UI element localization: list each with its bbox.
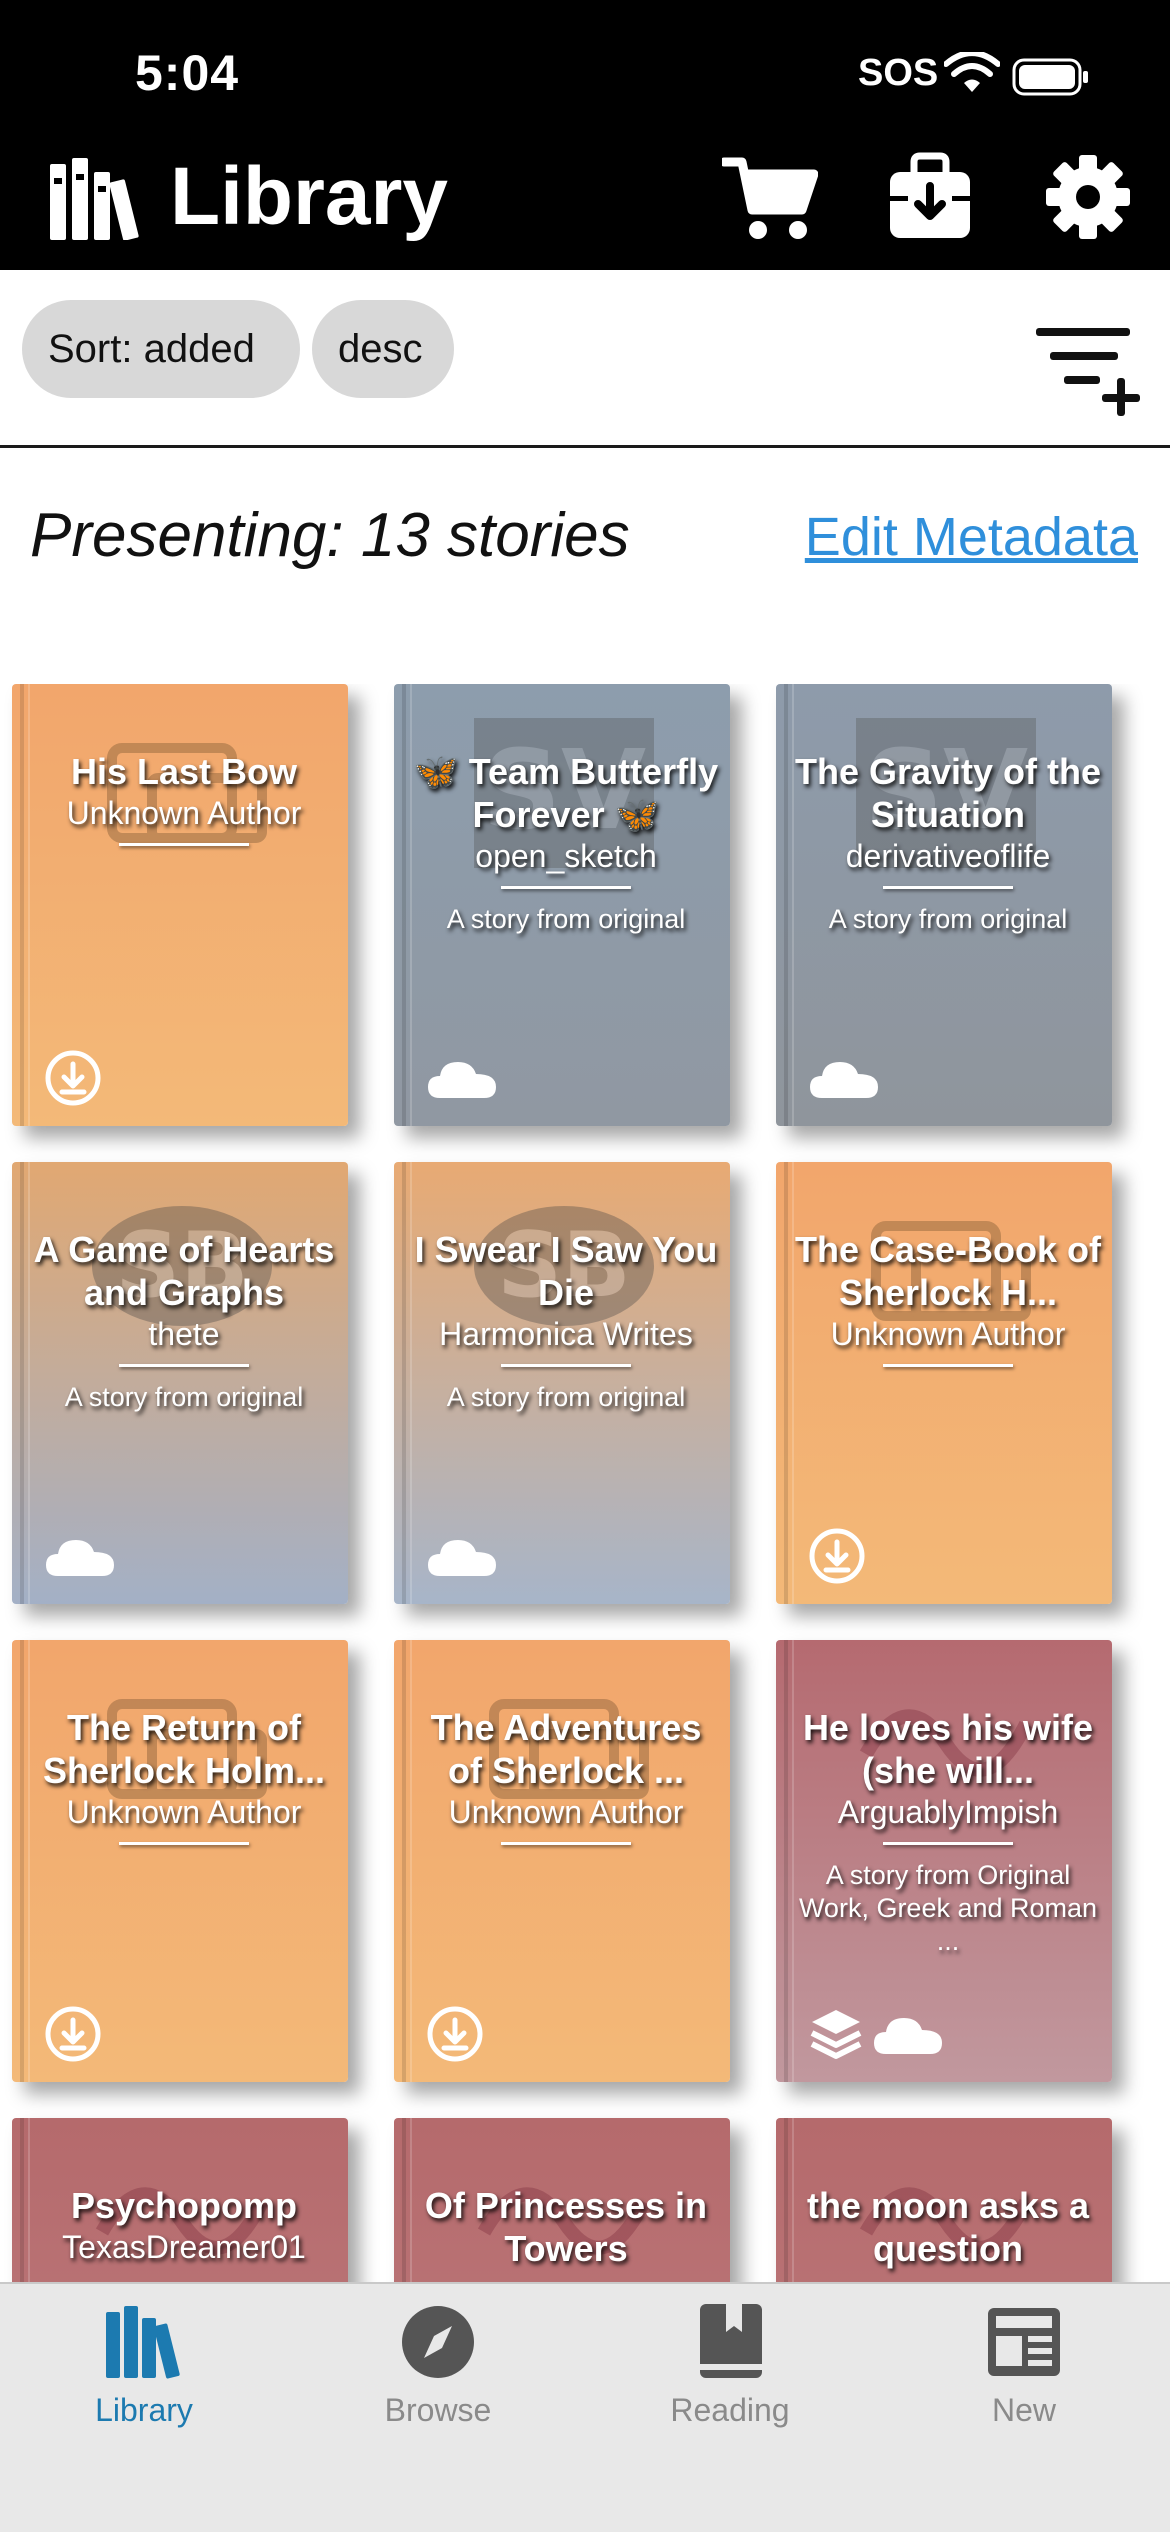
newspaper-icon (988, 2308, 1060, 2376)
tab-library[interactable]: Library (34, 2302, 254, 2429)
book-title: Psychopomp (70, 2185, 298, 2226)
book-title: The Gravity of the Situation (794, 751, 1102, 835)
book-card[interactable]: Of Princesses in Towers (394, 2118, 730, 2284)
tab-new[interactable]: New (914, 2302, 1134, 2429)
page-title: Library (170, 151, 448, 242)
cloud-icon[interactable] (808, 1054, 880, 1102)
book-author: derivativeoflife (845, 838, 1051, 874)
download-icon[interactable] (44, 2005, 102, 2063)
tab-reading[interactable]: Reading (620, 2302, 840, 2429)
book-author: Unknown Author (830, 1316, 1066, 1352)
book-author: Unknown Author (448, 1794, 684, 1830)
book-description: A story from original (828, 904, 1068, 934)
tab-label: Library (95, 2392, 193, 2428)
book-description: A story from original (446, 1382, 686, 1412)
story-count-label: Presenting: 13 stories (30, 501, 630, 570)
tab-bar: Library Browse Reading New (0, 2282, 1170, 2532)
book-card[interactable]: SV 🦋 Team Butterfly Forever 🦋 open_sketc… (394, 684, 730, 1126)
book-card[interactable]: The Return of Sherlock Holm... Unknown A… (12, 1640, 348, 2082)
book-title: The Return of Sherlock Holm... (42, 1707, 326, 1791)
book-title: Of Princesses in Towers (424, 2185, 708, 2269)
cloud-icon[interactable] (44, 1532, 116, 1580)
book-title: 🦋 Team Butterfly Forever 🦋 (413, 751, 719, 835)
book-card[interactable]: the moon asks a question (776, 2118, 1112, 2284)
book-card[interactable]: His Last Bow Unknown Author (12, 684, 348, 1126)
download-icon[interactable] (44, 1049, 102, 1107)
book-description: A story from original (446, 904, 686, 934)
library-icon (106, 2306, 180, 2379)
book-author: Harmonica Writes (439, 1316, 693, 1352)
status-sos: SOS (858, 52, 939, 94)
layers-icon[interactable] (808, 2006, 864, 2062)
download-bag-icon[interactable] (882, 152, 978, 242)
book-author: open_sketch (475, 838, 657, 874)
status-time: 5:04 (135, 45, 240, 101)
edit-metadata-link[interactable]: Edit Metadata (805, 506, 1138, 568)
top-bar: 5:04 SOS Library (0, 0, 1170, 270)
book-title: A Game of Hearts and Graphs (33, 1229, 335, 1313)
book-card[interactable]: Psychopomp TexasDreamer01 (12, 2118, 348, 2284)
book-title: His Last Bow (70, 751, 298, 792)
book-description: A story from original (64, 1382, 304, 1412)
book-card[interactable]: SB A Game of Hearts and Graphs thete A s… (12, 1162, 348, 1604)
book-author: thete (148, 1316, 220, 1352)
book-title: He loves his wife (she will... (802, 1707, 1094, 1791)
book-card[interactable]: The Case-Book of Sherlock H... Unknown A… (776, 1162, 1112, 1604)
book-card[interactable]: The Adventures of Sherlock ... Unknown A… (394, 1640, 730, 2082)
download-icon[interactable] (808, 1527, 866, 1585)
compass-icon (402, 2306, 474, 2378)
filter-add-icon[interactable] (1030, 320, 1142, 416)
book-bookmark-icon (700, 2304, 762, 2378)
order-chip[interactable]: desc (312, 300, 454, 398)
tab-label: Reading (670, 2392, 790, 2428)
book-author: Unknown Author (66, 1794, 302, 1830)
book-card[interactable]: SV The Gravity of the Situation derivati… (776, 684, 1112, 1126)
book-title: I Swear I Saw You Die (414, 1229, 718, 1313)
cloud-icon[interactable] (426, 1054, 498, 1102)
book-card[interactable]: SB I Swear I Saw You Die Harmonica Write… (394, 1162, 730, 1604)
cloud-icon[interactable] (872, 2010, 944, 2058)
library-icon (50, 158, 139, 240)
app-root: 5:04 SOS Library Sort: added desc Presen… (0, 0, 1170, 2532)
book-author: TexasDreamer01 (62, 2229, 306, 2265)
cart-icon[interactable] (722, 152, 818, 242)
book-title: The Case-Book of Sherlock H... (794, 1229, 1102, 1313)
download-icon[interactable] (426, 2005, 484, 2063)
battery-icon (1012, 58, 1088, 96)
wifi-icon (944, 52, 1000, 92)
book-title: the moon asks a question (806, 2185, 1090, 2269)
tab-label: Browse (384, 2392, 492, 2428)
cloud-icon[interactable] (426, 1532, 498, 1580)
book-author: ArguablyImpish (837, 1794, 1059, 1830)
book-description: A story from Original Work, Greek and Ro… (798, 1860, 1098, 1956)
book-card[interactable]: He loves his wife (she will... ArguablyI… (776, 1640, 1112, 2082)
gear-icon[interactable] (1040, 152, 1136, 242)
tab-label: New (991, 2392, 1056, 2428)
book-title: The Adventures of Sherlock ... (430, 1707, 702, 1791)
book-author: Unknown Author (66, 795, 302, 831)
book-grid: His Last Bow Unknown Author SV 🦋 Team Bu… (0, 684, 1170, 2284)
tab-browse[interactable]: Browse (328, 2302, 548, 2429)
sort-bar: Sort: added desc (0, 270, 1170, 448)
sort-chip[interactable]: Sort: added (22, 300, 300, 398)
